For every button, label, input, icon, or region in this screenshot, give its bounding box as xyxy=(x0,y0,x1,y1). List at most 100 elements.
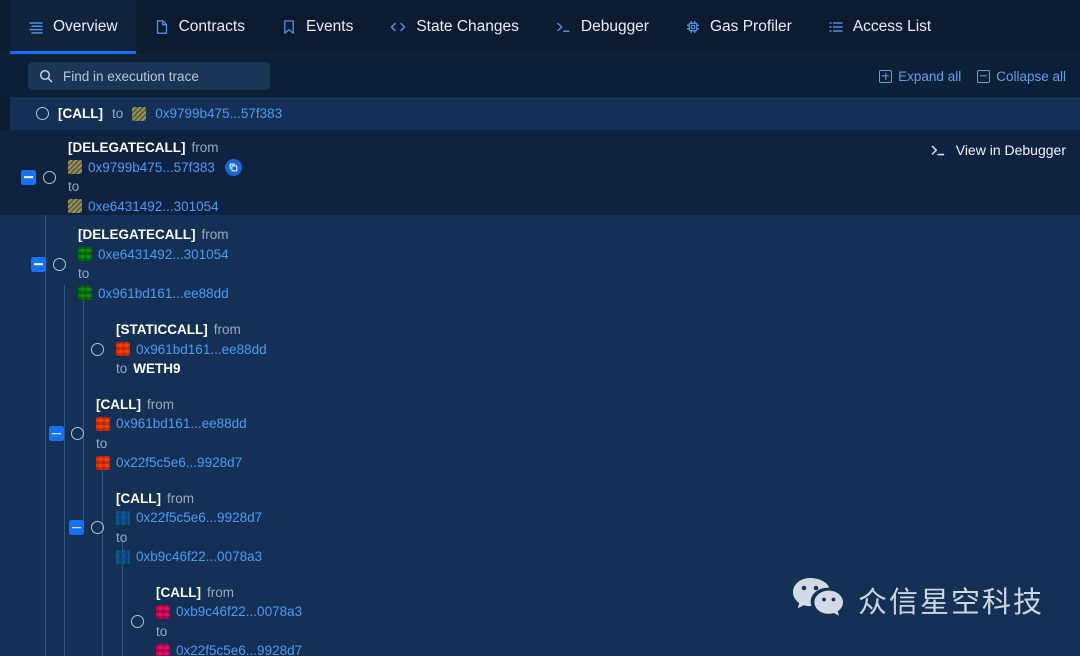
to-address-link[interactable]: 0xe6431492...301054 xyxy=(88,197,219,217)
tab-label: Contracts xyxy=(178,18,245,35)
from-word: from xyxy=(166,490,194,506)
tab-debugger[interactable]: Debugger xyxy=(537,0,667,54)
terminal-icon xyxy=(555,19,572,35)
copy-icon[interactable] xyxy=(224,158,242,176)
call-type-label: [STATICCALL] xyxy=(116,322,208,337)
collapse-node-button[interactable] xyxy=(69,520,84,535)
call-type-label: [CALL] xyxy=(96,396,141,412)
node-controls xyxy=(20,256,66,272)
to-address-link[interactable]: 0xb9c46f22...0078a3 xyxy=(136,547,262,567)
to-word: to xyxy=(68,179,80,194)
tab-overview[interactable]: Overview xyxy=(10,0,136,54)
node-controls xyxy=(98,614,144,629)
collapse-all-label: Collapse all xyxy=(996,68,1066,84)
chip-icon xyxy=(685,19,701,35)
tab-access-list[interactable]: Access List xyxy=(810,0,949,54)
trace-node-row[interactable]: [CALL] from 0x22f5c5e6...9928d7 to 0xb9c… xyxy=(10,479,1080,573)
node-status-circle[interactable] xyxy=(91,342,104,356)
to-address-link[interactable]: 0x961bd161...ee88dd xyxy=(98,284,229,304)
from-address-link[interactable]: 0xb9c46f22...0078a3 xyxy=(176,602,302,622)
tab-events[interactable]: Events xyxy=(263,0,371,54)
tab-label: Access List xyxy=(852,18,932,35)
to-word: to xyxy=(116,529,128,545)
node-status-circle[interactable] xyxy=(43,170,56,184)
node-body: [DELEGATECALL] from 0x9799b475...57f383 … xyxy=(56,132,242,222)
identicon-avatar xyxy=(68,199,82,214)
to-address-link[interactable]: 0x9799b475...57f383 xyxy=(155,106,282,121)
list-lines-icon xyxy=(28,19,44,35)
to-word: to xyxy=(156,623,168,639)
from-word: from xyxy=(146,396,174,412)
node-status-circle[interactable] xyxy=(53,257,66,271)
node-status-circle[interactable] xyxy=(91,521,104,534)
trace-node-row[interactable]: [DELEGATECALL] from 0xe6431492...301054 … xyxy=(10,215,1080,309)
search-box[interactable] xyxy=(28,62,270,90)
search-icon xyxy=(39,69,53,83)
collapse-node-button[interactable] xyxy=(49,426,64,441)
code-brackets-icon xyxy=(389,19,407,35)
trace-node-row[interactable]: [DELEGATECALL] from 0x9799b475...57f383 … xyxy=(10,130,1080,222)
from-address-link[interactable]: 0x961bd161...ee88dd xyxy=(136,340,267,360)
tab-label: Debugger xyxy=(580,18,649,35)
search-toolbar: Expand all Collapse all xyxy=(0,55,1080,97)
to-word: to xyxy=(96,435,108,451)
node-controls xyxy=(38,426,84,441)
trace-node-row[interactable]: [CALL] from 0x961bd161...ee88dd to 0x22f… xyxy=(10,385,1080,479)
tab-state-changes[interactable]: State Changes xyxy=(371,0,537,54)
list-icon xyxy=(828,19,844,35)
trace-node-level1: View in Debugger [DELEGATECALL] from 0x9… xyxy=(0,130,1080,215)
trace-root-row[interactable]: [CALL] to 0x9799b475...57f383 xyxy=(0,97,1080,130)
trace-node-row[interactable]: [CALL] from 0xb9c46f22...0078a3 to 0x22f… xyxy=(10,573,1080,656)
from-address-link[interactable]: 0xe6431492...301054 xyxy=(98,245,229,265)
from-address-link[interactable]: 0x9799b475...57f383 xyxy=(88,158,215,178)
call-type-label: [DELEGATECALL] xyxy=(78,227,196,242)
from-word: from xyxy=(191,140,219,155)
tab-gas-profiler[interactable]: Gas Profiler xyxy=(667,0,810,54)
node-body: [CALL] from 0xb9c46f22...0078a3 to 0x22f… xyxy=(144,577,302,656)
to-word: to xyxy=(78,266,90,281)
plus-box-icon xyxy=(879,69,893,83)
from-word: from xyxy=(213,322,241,337)
bookmark-icon xyxy=(281,19,297,35)
collapse-node-button[interactable] xyxy=(21,169,36,185)
tab-label: Events xyxy=(305,18,354,35)
search-input[interactable] xyxy=(63,68,259,84)
identicon-avatar xyxy=(78,286,92,301)
identicon-avatar xyxy=(68,160,82,175)
to-address-link[interactable]: 0x22f5c5e6...9928d7 xyxy=(176,641,302,656)
identicon-avatar xyxy=(156,604,170,619)
tab-bar: Overview Contracts Events State Changes xyxy=(0,0,1080,55)
tab-contracts[interactable]: Contracts xyxy=(136,0,263,54)
from-address-link[interactable]: 0x22f5c5e6...9928d7 xyxy=(136,508,262,528)
node-body: [DELEGATECALL] from 0xe6431492...301054 … xyxy=(66,219,229,309)
node-controls xyxy=(58,520,104,535)
tab-label: Gas Profiler xyxy=(709,18,792,35)
from-word: from xyxy=(201,227,229,242)
identicon-avatar xyxy=(116,342,130,357)
from-word: from xyxy=(206,584,234,600)
to-address-link[interactable]: 0x22f5c5e6...9928d7 xyxy=(116,453,242,473)
node-body: [STATICCALL] from 0x961bd161...ee88dd to… xyxy=(104,314,267,385)
to-word: to xyxy=(111,106,124,121)
trace-children: [DELEGATECALL] from 0xe6431492...301054 … xyxy=(0,215,1080,656)
call-type-label: [CALL] xyxy=(116,490,161,506)
identicon-avatar xyxy=(156,643,170,656)
node-status-circle[interactable] xyxy=(36,107,49,120)
to-word: to xyxy=(116,361,128,376)
trace-node-row[interactable]: [STATICCALL] from 0x961bd161...ee88dd to… xyxy=(10,309,1080,385)
identicon-avatar xyxy=(78,247,92,262)
node-status-circle[interactable] xyxy=(71,427,84,440)
expand-all-label: Expand all xyxy=(898,68,962,84)
expand-all-button[interactable]: Expand all xyxy=(879,69,961,84)
identicon-avatar xyxy=(96,455,110,470)
tab-label: Overview xyxy=(53,18,118,35)
node-status-circle[interactable] xyxy=(131,615,144,628)
execution-trace: [CALL] to 0x9799b475...57f383 View in De… xyxy=(0,97,1080,656)
trace-actions: Expand all Collapse all xyxy=(879,69,1066,84)
collapse-all-button[interactable]: Collapse all xyxy=(977,69,1066,84)
to-contract-name: WETH9 xyxy=(133,361,181,376)
tab-label: State Changes xyxy=(416,18,519,35)
call-type-label: [CALL] xyxy=(156,584,201,600)
from-address-link[interactable]: 0x961bd161...ee88dd xyxy=(116,414,247,434)
collapse-node-button[interactable] xyxy=(31,256,46,272)
